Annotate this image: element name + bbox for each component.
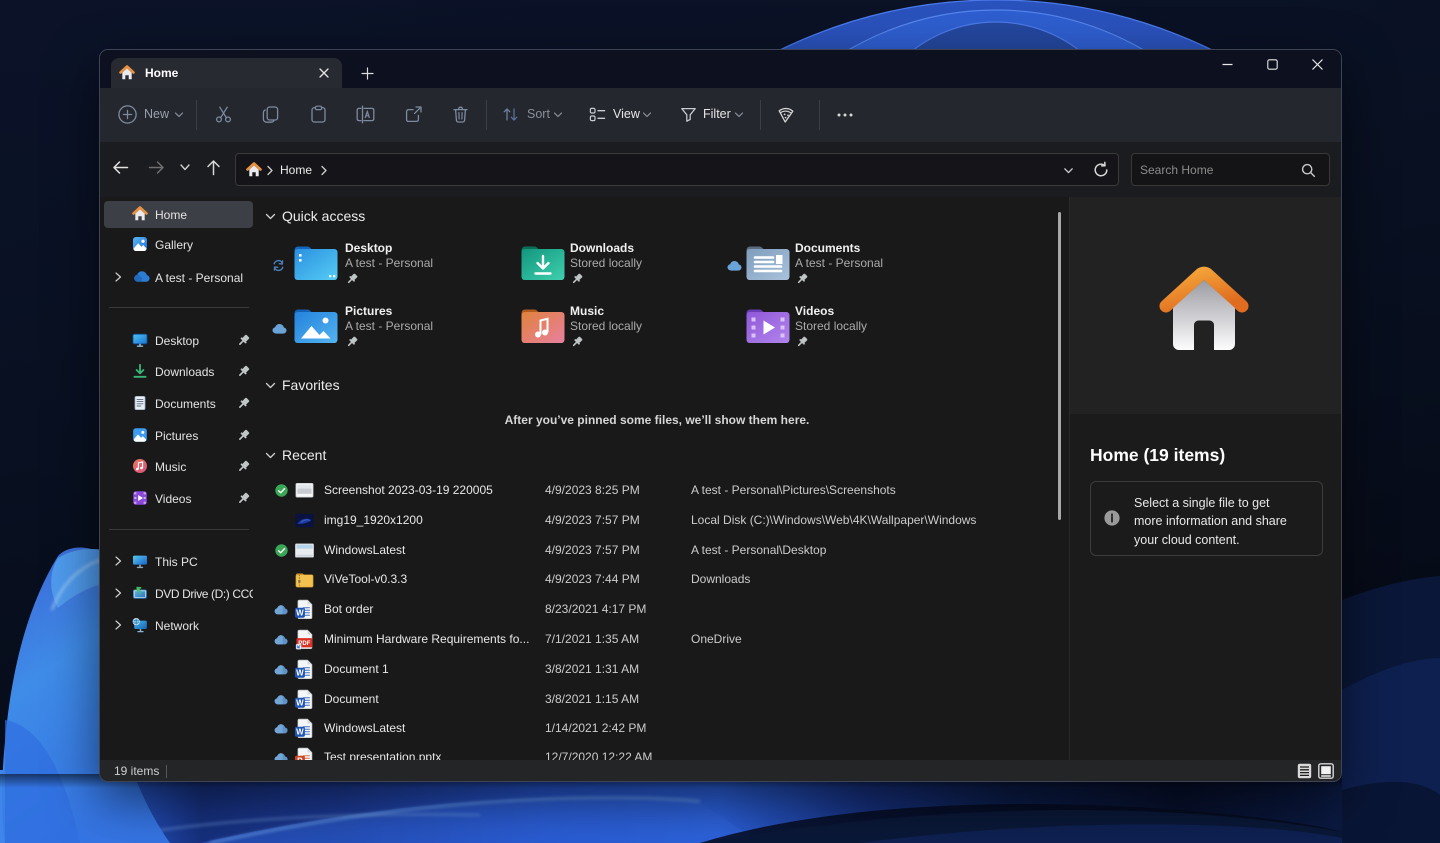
svg-text:W: W: [296, 727, 304, 736]
svg-text:W: W: [296, 668, 304, 677]
svg-text:W: W: [296, 698, 304, 707]
svg-text:W: W: [296, 609, 304, 618]
